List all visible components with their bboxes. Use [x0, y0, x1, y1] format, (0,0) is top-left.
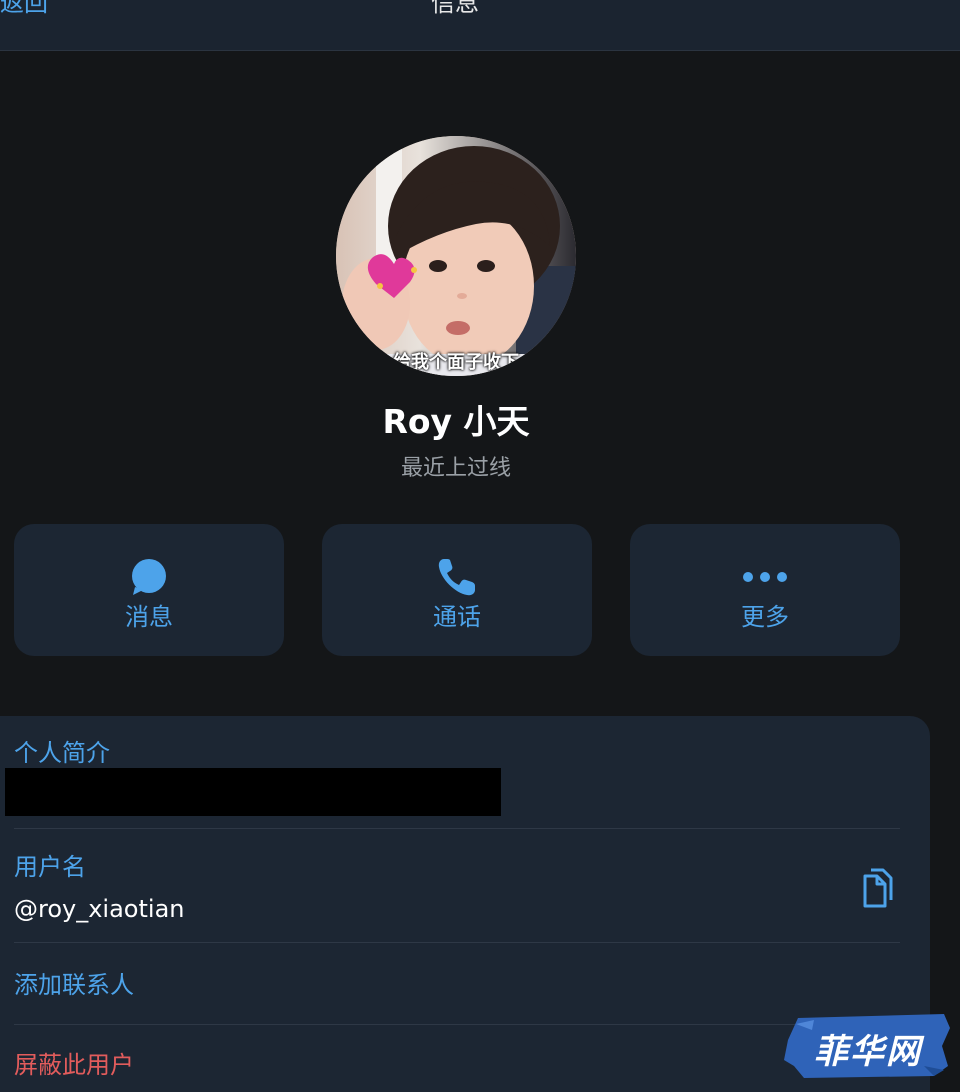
- profile-name: Roy 小天: [382, 402, 530, 441]
- page-title: 信息: [431, 0, 479, 17]
- watermark-text: 菲华网: [814, 1032, 922, 1072]
- avatar[interactable]: 给我个面子收下: [336, 136, 576, 376]
- more-button[interactable]: 更多: [630, 524, 900, 656]
- username-value[interactable]: @roy_xiaotian: [14, 894, 184, 924]
- more-dots-icon: [630, 556, 900, 598]
- call-label: 通话: [433, 603, 481, 631]
- navigation-bar: 返回 信息: [0, 0, 960, 51]
- message-button[interactable]: 消息: [14, 524, 284, 656]
- message-label: 消息: [125, 603, 173, 631]
- watermark-logo: 菲华网: [784, 1010, 952, 1080]
- phone-icon: [322, 556, 592, 598]
- avatar-photo: [336, 136, 576, 376]
- divider: [14, 942, 900, 943]
- call-button[interactable]: 通话: [322, 524, 592, 656]
- profile-page: 返回 信息 给我个面子收下 Roy 小天 最近上过线 消息 通话 更多 个人简介…: [0, 0, 960, 1092]
- block-user-button[interactable]: 屏蔽此用户: [14, 1050, 134, 1080]
- bio-label: 个人简介: [14, 739, 110, 767]
- divider: [14, 828, 900, 829]
- avatar-caption: 给我个面子收下: [393, 352, 519, 373]
- more-label: 更多: [741, 603, 789, 631]
- chat-bubble-icon: [14, 556, 284, 598]
- online-status: 最近上过线: [400, 456, 511, 481]
- divider: [14, 1024, 900, 1025]
- copy-icon[interactable]: [852, 864, 898, 912]
- username-label: 用户名: [14, 853, 86, 881]
- bio-redaction: [5, 768, 501, 816]
- add-contact-button[interactable]: 添加联系人: [14, 970, 134, 1000]
